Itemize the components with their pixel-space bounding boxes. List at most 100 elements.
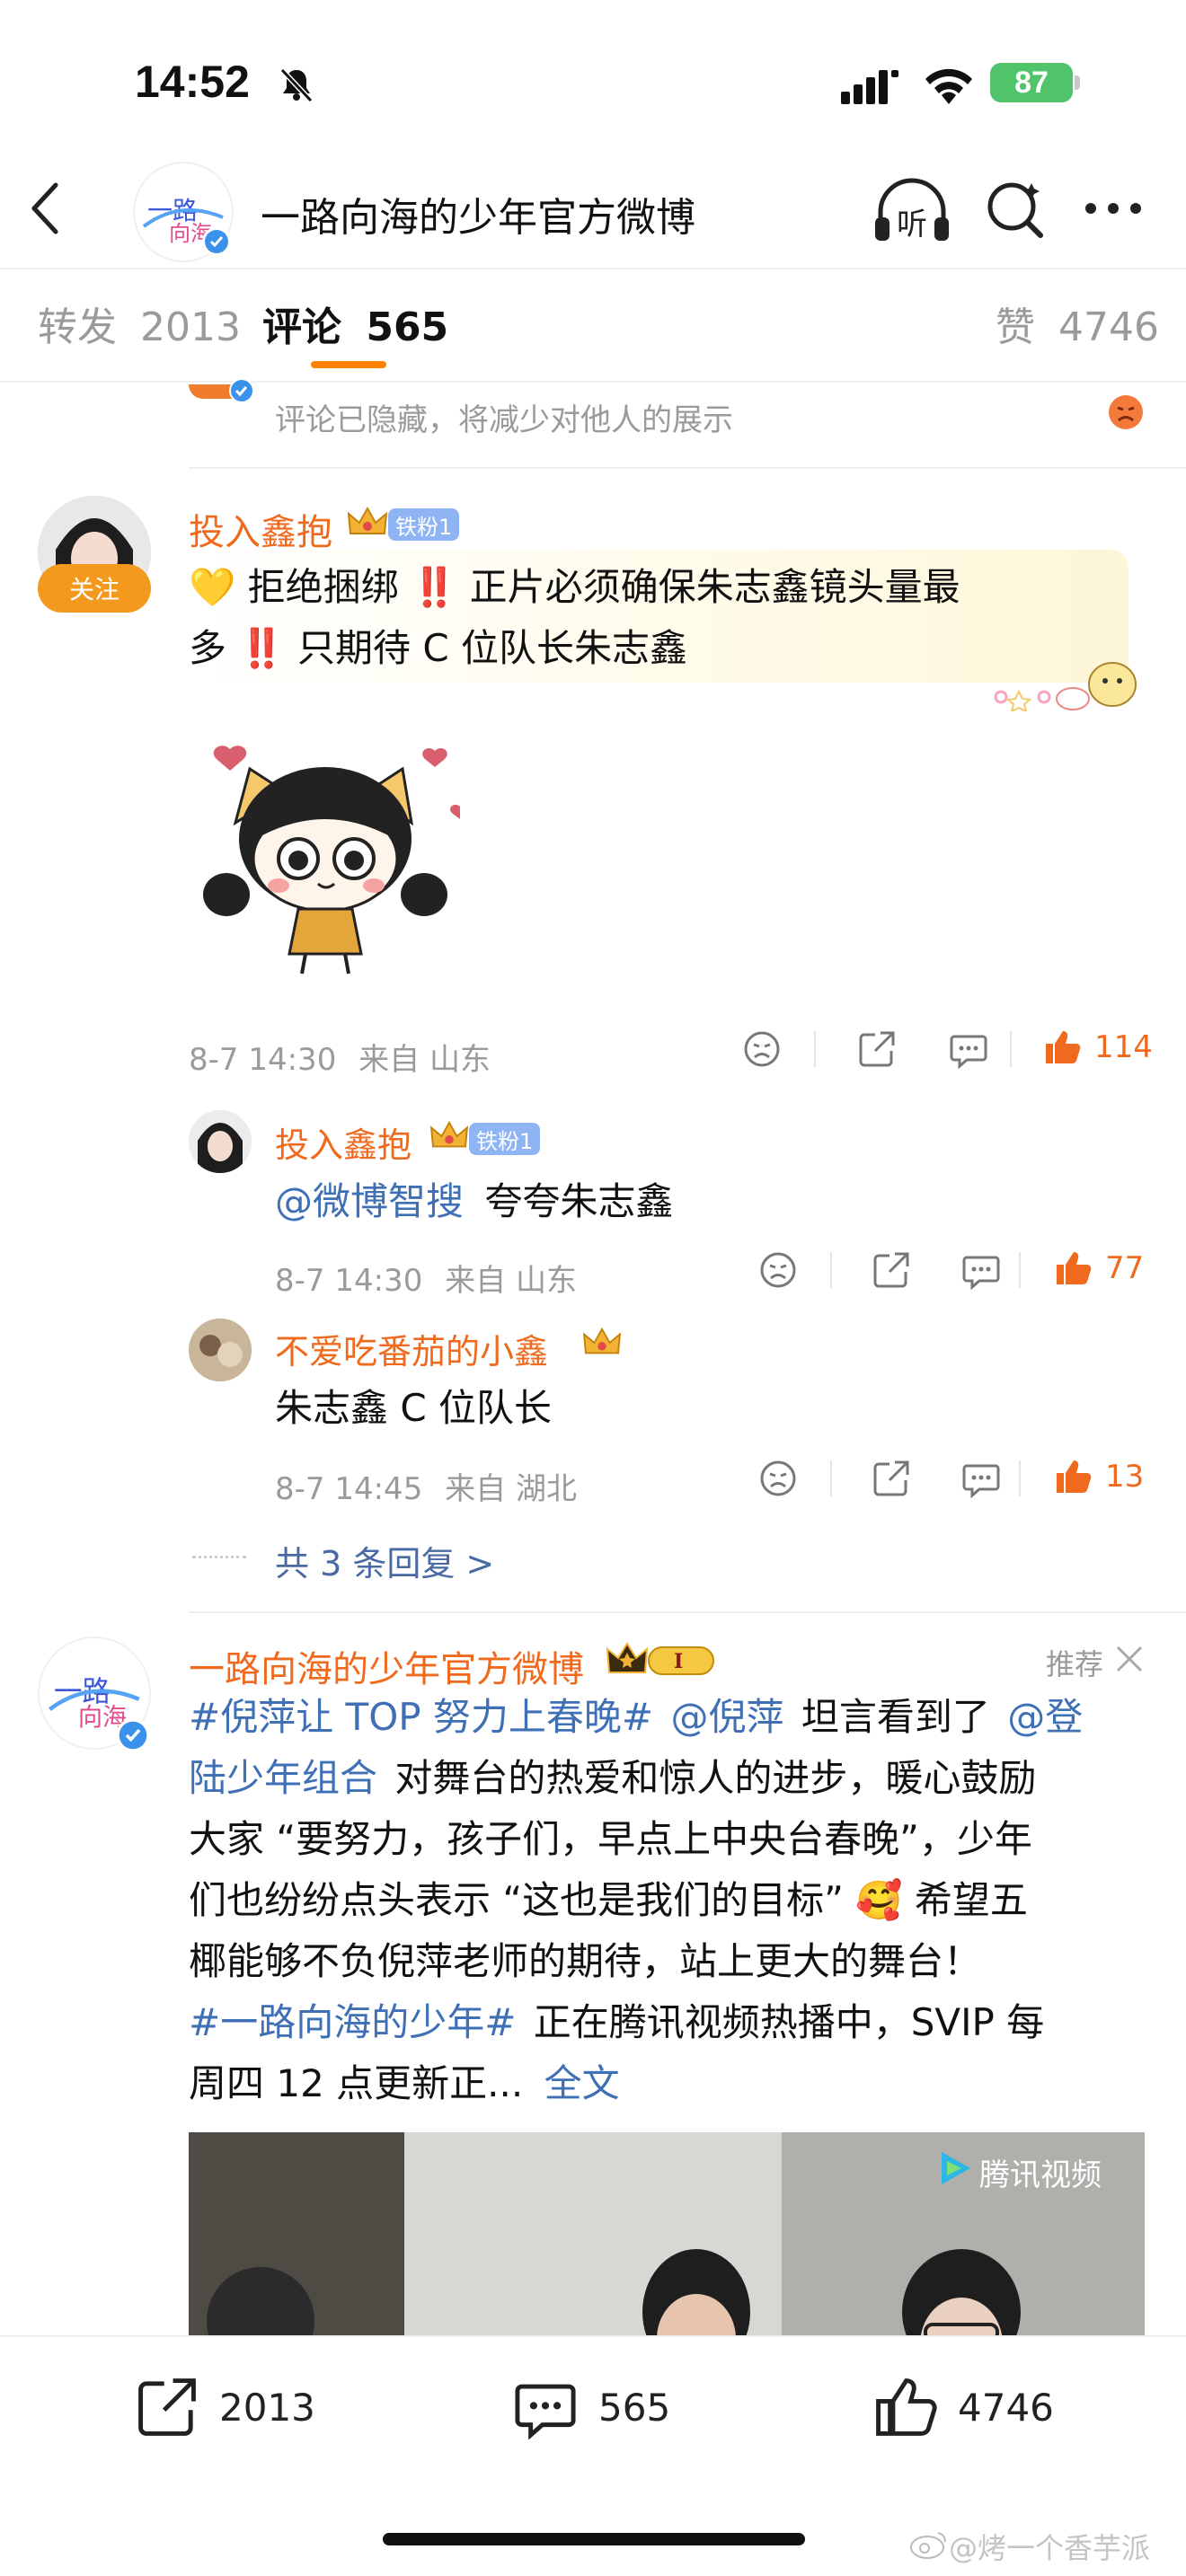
like-count: 4746: [958, 2385, 1054, 2430]
listen-button[interactable]: 听: [872, 176, 952, 248]
bubble-decoration-icon: [992, 652, 1145, 711]
reply-location: 来自 湖北: [445, 1471, 577, 1507]
back-icon[interactable]: [27, 180, 63, 237]
share-icon[interactable]: [872, 1250, 911, 1290]
tab-like-label: 赞: [996, 304, 1035, 350]
status-time: 14:52: [135, 57, 250, 107]
active-tab-indicator: [311, 361, 386, 368]
promo-text-span: 周四 12 点更新正...: [189, 2061, 524, 2105]
close-icon[interactable]: [1114, 1644, 1145, 1674]
mention-link[interactable]: 陆少年组合: [189, 1756, 377, 1800]
promo-line-5: 椰能够不负倪萍老师的期待，站上更大的舞台！: [189, 1939, 982, 1983]
bottom-action-bar: 2013 565 4746: [0, 2335, 1186, 2479]
like-button[interactable]: 4746: [872, 2375, 1054, 2439]
more-icon[interactable]: [1084, 201, 1143, 216]
promo-line-4: 们也纷纷点头表示 “这也是我们的目标” 🥰 希望五: [189, 1878, 1028, 1922]
hashtag-link[interactable]: #一路向海的少年#: [189, 2000, 516, 2044]
comment-time-text: 8-7 14:30: [189, 1042, 337, 1078]
promo-text-span: 对舞台的热爱和惊人的进步，暖心鼓励: [394, 1756, 1037, 1800]
like-button[interactable]: 13: [1053, 1457, 1144, 1496]
full-text-link[interactable]: 全文: [544, 2061, 620, 2105]
like-count: 114: [1094, 1029, 1153, 1065]
dislike-icon[interactable]: [758, 1250, 798, 1290]
tab-comment[interactable]: 评论 565: [262, 295, 448, 352]
comment-text-line2: 多 ‼️ 只期待 C 位队长朱志鑫: [189, 626, 688, 670]
action-separator: [1019, 1252, 1021, 1288]
action-separator: [1019, 1460, 1021, 1496]
reply-time: 8-7 14:45 来自 湖北: [275, 1464, 577, 1508]
promo-text-span: 坦言看到了: [801, 1695, 990, 1739]
dislike-icon[interactable]: [742, 1029, 782, 1069]
tab-comment-count: 565: [366, 304, 449, 350]
signal-icon: [841, 68, 900, 104]
thumbs-up-icon: [1046, 1031, 1081, 1063]
fan-badge: 铁粉1: [469, 1123, 541, 1155]
mention-link[interactable]: @倪萍: [671, 1695, 784, 1739]
tab-repost-label: 转发: [38, 304, 117, 350]
reply-icon[interactable]: [949, 1029, 988, 1069]
reply-icon[interactable]: [961, 1250, 1001, 1290]
avatar[interactable]: [189, 1110, 252, 1173]
promo-line-2: 陆少年组合 对舞台的热爱和惊人的进步，暖心鼓励: [189, 1748, 1159, 1809]
promo-line-1: #倪萍让 TOP 努力上春晚# @倪萍 坦言看到了 @登: [189, 1687, 1159, 1748]
thumbs-up-icon: [876, 2378, 937, 2436]
listen-label: 听: [897, 207, 927, 243]
search-icon[interactable]: [983, 176, 1048, 241]
silent-bell-icon: [277, 65, 316, 104]
follow-button[interactable]: 关注: [38, 564, 151, 613]
tab-like[interactable]: 赞 4746: [996, 295, 1159, 352]
dislike-icon[interactable]: [758, 1459, 798, 1498]
video-watermark: 腾讯视频: [979, 2157, 1102, 2193]
more-replies-link[interactable]: 共 3 条回复 >: [275, 1536, 494, 1585]
reply-location: 来自 山东: [445, 1263, 577, 1299]
page-title: 一路向海的少年官方微博: [261, 195, 695, 241]
sticker-image[interactable]: [199, 733, 460, 975]
action-separator: [814, 1031, 816, 1067]
action-separator: [830, 1460, 832, 1496]
verified-icon: [228, 377, 255, 404]
share-icon[interactable]: [857, 1029, 897, 1069]
promo-line-6: #一路向海的少年# 正在腾讯视频热播中，SVIP 每: [189, 1992, 1159, 2053]
tab-repost[interactable]: 转发 2013: [38, 295, 241, 352]
reply-text-body: 夸夸朱志鑫: [484, 1179, 674, 1223]
promo-line-3: 大家 “要努力，孩子们，早点上中央台春晚”，少年: [189, 1817, 1032, 1861]
comment-button[interactable]: 565: [512, 2375, 670, 2439]
like-count: 13: [1105, 1459, 1145, 1495]
like-count: 77: [1105, 1250, 1145, 1286]
promo-username[interactable]: 一路向海的少年官方微博: [189, 1640, 584, 1692]
tab-like-count: 4746: [1058, 304, 1159, 350]
dislike-face-icon[interactable]: [1107, 393, 1145, 431]
comment-time: 8-7 14:30 来自 山东: [189, 1035, 491, 1079]
repost-button[interactable]: 2013: [135, 2375, 315, 2439]
tab-bar: 转发 2013 评论 565 赞 4746: [0, 268, 1186, 383]
avatar[interactable]: [189, 1319, 252, 1381]
hidden-notice-text: 评论已隐藏，将减少对他人的展示: [275, 402, 733, 438]
repost-icon: [138, 2378, 196, 2436]
reply-mention[interactable]: @微博智搜: [275, 1179, 464, 1223]
repost-count: 2013: [219, 2385, 315, 2430]
reply-icon[interactable]: [961, 1459, 1001, 1498]
thumbs-up-icon: [1057, 1252, 1092, 1284]
crown-icon: [429, 1119, 469, 1153]
like-button[interactable]: 77: [1053, 1248, 1144, 1288]
video-thumbnail[interactable]: 腾讯视频: [189, 2132, 1145, 2335]
comment-text-line1: 💛 拒绝捆绑 ‼️ 正片必须确保朱志鑫镜头量最: [189, 565, 960, 609]
fan-badge: 铁粉1: [388, 508, 460, 541]
share-icon[interactable]: [872, 1459, 911, 1498]
battery-indicator: 87: [990, 63, 1073, 102]
reply-time: 8-7 14:30 来自 山东: [275, 1256, 577, 1300]
reply-text: @微博智搜 夸夸朱志鑫: [275, 1173, 673, 1231]
recommend-tag: 推荐: [1046, 1647, 1104, 1681]
tab-comment-label: 评论: [262, 304, 341, 350]
thumbs-up-icon: [1057, 1460, 1092, 1493]
mention-link[interactable]: @登: [1007, 1695, 1083, 1739]
reply-text: 朱志鑫 C 位队长: [275, 1386, 553, 1430]
like-button[interactable]: 114: [1042, 1028, 1153, 1067]
comment-count: 565: [598, 2385, 671, 2430]
hashtag-link[interactable]: #倪萍让 TOP 努力上春晚#: [189, 1695, 653, 1739]
comment-username[interactable]: 投入鑫抱: [189, 503, 332, 555]
reply-username[interactable]: 不爱吃番茄的小鑫: [275, 1324, 548, 1373]
battery-tip: [1075, 75, 1080, 90]
reply-username[interactable]: 投入鑫抱: [275, 1117, 412, 1167]
comment-location: 来自 山东: [358, 1042, 491, 1078]
